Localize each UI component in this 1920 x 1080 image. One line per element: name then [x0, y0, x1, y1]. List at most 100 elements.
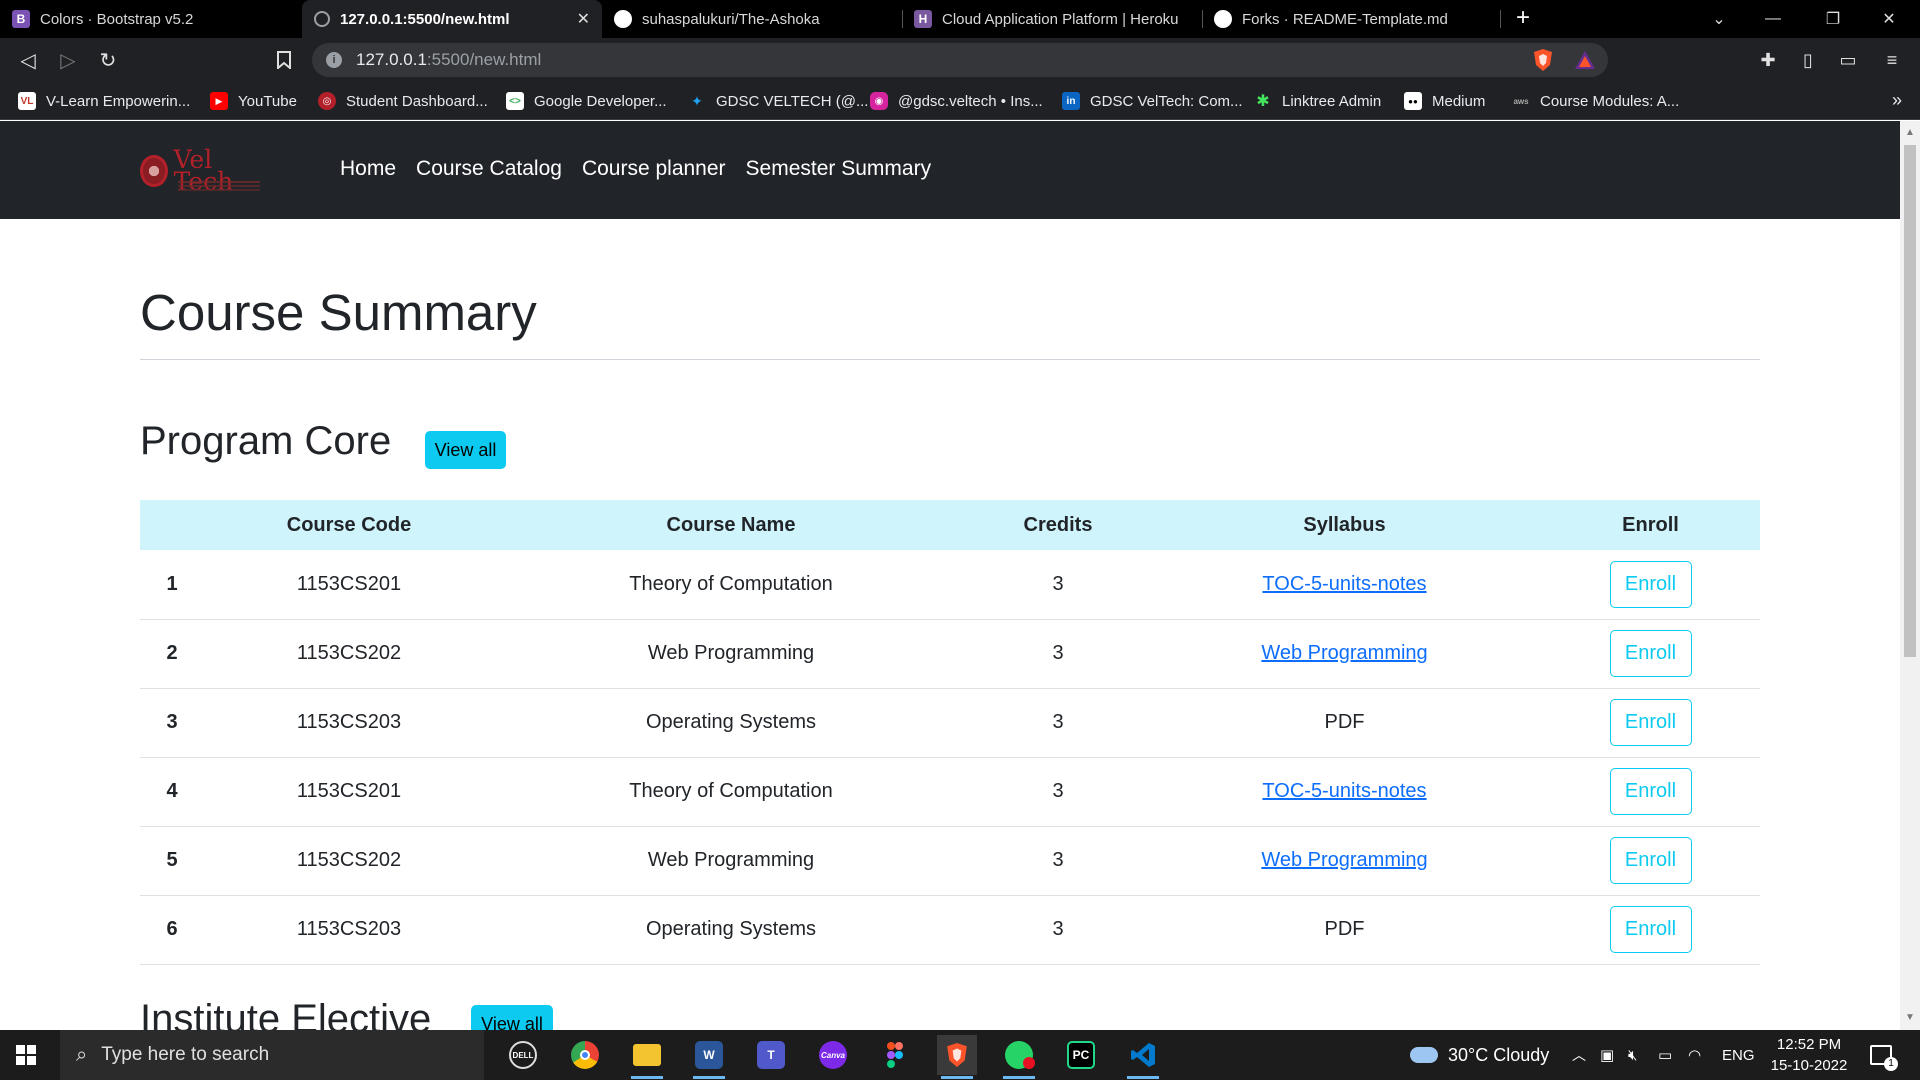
- nav-home[interactable]: Home: [340, 157, 396, 181]
- teams-icon: T: [757, 1041, 785, 1069]
- bookmark-label: Student Dashboard...: [346, 92, 488, 110]
- dell-icon: DELL: [509, 1041, 537, 1069]
- more-bookmarks-icon[interactable]: »: [1892, 90, 1902, 111]
- course-credits: 3: [968, 619, 1148, 689]
- tab-search-chevron-icon[interactable]: ⌄: [1696, 0, 1742, 38]
- taskbar-dell[interactable]: DELL: [503, 1035, 543, 1075]
- view-all-program-core-button[interactable]: View all: [425, 431, 506, 469]
- enroll-button[interactable]: Enroll: [1609, 560, 1692, 608]
- bookmark-student-dashboard[interactable]: ◎ Student Dashboard...: [318, 90, 488, 112]
- table-header-row: Course Code Course Name Credits Syllabus…: [140, 500, 1760, 550]
- taskbar-brave[interactable]: [937, 1035, 977, 1079]
- battery-icon[interactable]: ▭: [1658, 1030, 1672, 1080]
- taskbar-file-explorer[interactable]: [627, 1035, 667, 1079]
- minimize-button[interactable]: —: [1750, 0, 1796, 38]
- speaker-muted-icon[interactable]: 🔇︎: [1628, 1030, 1637, 1080]
- weather-text: 30°C Cloudy: [1448, 1044, 1550, 1065]
- tab-github-the-ashoka[interactable]: suhaspalukuri/The-Ashoka: [602, 0, 902, 38]
- bookmark-medium[interactable]: ●● Medium: [1404, 90, 1485, 112]
- enroll-button[interactable]: Enroll: [1609, 906, 1692, 953]
- brave-rewards-icon[interactable]: [1574, 48, 1596, 72]
- wallet-icon[interactable]: ▭: [1836, 48, 1860, 72]
- notification-center-icon[interactable]: 1: [1870, 1030, 1898, 1080]
- clock-time: 12:52 PM: [1776, 1036, 1842, 1053]
- reload-button[interactable]: ↻: [96, 48, 120, 72]
- syllabus-cell: TOC-5-units-notes: [1148, 757, 1541, 827]
- extensions-icon[interactable]: ✚: [1756, 48, 1780, 72]
- browser-toolbar: ◁ ▷ ↻ i 127.0.0.1:5500/new.html ✚ ▯ ▭ ≡: [0, 38, 1920, 82]
- nav-course-planner[interactable]: Course planner: [582, 157, 726, 181]
- enroll-button[interactable]: Enroll: [1609, 768, 1692, 815]
- view-all-institute-elective-button[interactable]: View all: [471, 1005, 553, 1030]
- twitter-icon: ✦: [691, 92, 703, 109]
- tab-bootstrap-colors[interactable]: B Colors · Bootstrap v5.2: [0, 0, 300, 38]
- syllabus-link[interactable]: Web Programming: [1261, 642, 1427, 664]
- bookmark-vlearn[interactable]: VL V-Learn Empowerin...: [18, 90, 190, 112]
- bookmark-icon[interactable]: [272, 48, 296, 72]
- course-name: Theory of Computation: [494, 757, 968, 827]
- bookmark-label: Google Developer...: [534, 92, 667, 110]
- forward-button[interactable]: ▷: [56, 48, 80, 72]
- taskbar-pycharm[interactable]: PC: [1061, 1035, 1101, 1075]
- veltech-seal-icon: [140, 155, 168, 187]
- syllabus-link[interactable]: TOC-5-units-notes: [1262, 780, 1426, 802]
- veltech-logo[interactable]: Vel Tech: [140, 147, 262, 194]
- show-hidden-icons-chevron-icon[interactable]: ︿: [1572, 1030, 1586, 1080]
- bookmark-youtube[interactable]: ▶ YouTube: [210, 90, 297, 112]
- column-header-enroll: Enroll: [1622, 513, 1679, 536]
- tab-github-forks[interactable]: Forks · README-Template.md: [1202, 0, 1502, 38]
- taskbar-figma[interactable]: [875, 1035, 915, 1075]
- bookmark-gdsc-instagram[interactable]: ◉ @gdsc.veltech • Ins...: [870, 90, 1043, 112]
- bookmark-label: GDSC VelTech: Com...: [1090, 92, 1243, 110]
- taskbar-teams[interactable]: T: [751, 1035, 791, 1075]
- bookmark-label: YouTube: [238, 92, 297, 110]
- enroll-button[interactable]: Enroll: [1609, 699, 1692, 746]
- page-scrollbar[interactable]: ▲ ▼: [1900, 121, 1920, 1030]
- brave-shields-icon[interactable]: [1532, 48, 1554, 72]
- page-title: Course Summary: [140, 284, 537, 341]
- enroll-button[interactable]: Enroll: [1609, 837, 1692, 884]
- bookmark-gdsc-linkedin[interactable]: in GDSC VelTech: Com...: [1062, 90, 1243, 112]
- column-header-syllabus: Syllabus: [1303, 513, 1386, 536]
- bookmark-aws-course-modules[interactable]: aws Course Modules: A...: [1512, 90, 1679, 112]
- scroll-down-arrow-icon[interactable]: ▼: [1904, 1012, 1916, 1024]
- nav-course-catalog[interactable]: Course Catalog: [416, 157, 562, 181]
- nav-semester-summary[interactable]: Semester Summary: [746, 157, 932, 181]
- address-bar[interactable]: i 127.0.0.1:5500/new.html: [312, 43, 1608, 77]
- windows-start-icon[interactable]: [16, 1045, 36, 1065]
- bookmark-gdsc-twitter[interactable]: ✦ GDSC VELTECH (@...: [688, 90, 868, 112]
- system-clock[interactable]: 12:52 PM 15-10-2022: [1764, 1034, 1854, 1076]
- tab-title: suhaspalukuri/The-Ashoka: [642, 10, 820, 28]
- scroll-up-arrow-icon[interactable]: ▲: [1904, 127, 1916, 139]
- restore-button[interactable]: ❐: [1810, 0, 1856, 38]
- sidebar-icon[interactable]: ▯: [1796, 48, 1820, 72]
- tab-localhost-new-html[interactable]: 127.0.0.1:5500/new.html ✕: [302, 0, 602, 38]
- tab-heroku[interactable]: H Cloud Application Platform | Heroku: [902, 0, 1202, 38]
- close-tab-icon[interactable]: ✕: [577, 9, 590, 29]
- weather-widget[interactable]: 30°C Cloudy: [1410, 1030, 1549, 1080]
- bookmark-google-developers[interactable]: <> Google Developer...: [506, 90, 667, 112]
- scrollbar-thumb[interactable]: [1904, 145, 1916, 657]
- taskbar-word[interactable]: W: [689, 1035, 729, 1079]
- language-indicator[interactable]: ENG: [1722, 1030, 1755, 1080]
- enroll-button[interactable]: Enroll: [1609, 630, 1692, 677]
- bookmark-linktree[interactable]: ✱ Linktree Admin: [1254, 90, 1381, 112]
- taskbar-search-box[interactable]: ⌕ Type here to search: [60, 1030, 484, 1080]
- taskbar-chrome[interactable]: [565, 1035, 605, 1075]
- taskbar-whatsapp[interactable]: [999, 1035, 1039, 1079]
- menu-icon[interactable]: ≡: [1880, 48, 1904, 72]
- back-button[interactable]: ◁: [16, 48, 40, 72]
- close-window-button[interactable]: ✕: [1866, 0, 1912, 38]
- syllabus-link[interactable]: TOC-5-units-notes: [1262, 573, 1426, 595]
- syllabus-link[interactable]: Web Programming: [1261, 849, 1427, 871]
- meet-now-icon[interactable]: ▣: [1600, 1030, 1614, 1080]
- new-tab-button[interactable]: +: [1516, 4, 1530, 32]
- site-info-icon[interactable]: i: [326, 52, 342, 68]
- bookmark-label: @gdsc.veltech • Ins...: [898, 92, 1043, 110]
- medium-icon: ●●: [1404, 92, 1422, 110]
- canva-icon: Canva: [819, 1041, 847, 1069]
- table-row: 2 1153CS202 Web Programming 3 Web Progra…: [140, 619, 1760, 689]
- taskbar-vscode[interactable]: [1123, 1035, 1163, 1079]
- wifi-icon[interactable]: ◠: [1688, 1030, 1701, 1080]
- taskbar-canva[interactable]: Canva: [813, 1035, 853, 1075]
